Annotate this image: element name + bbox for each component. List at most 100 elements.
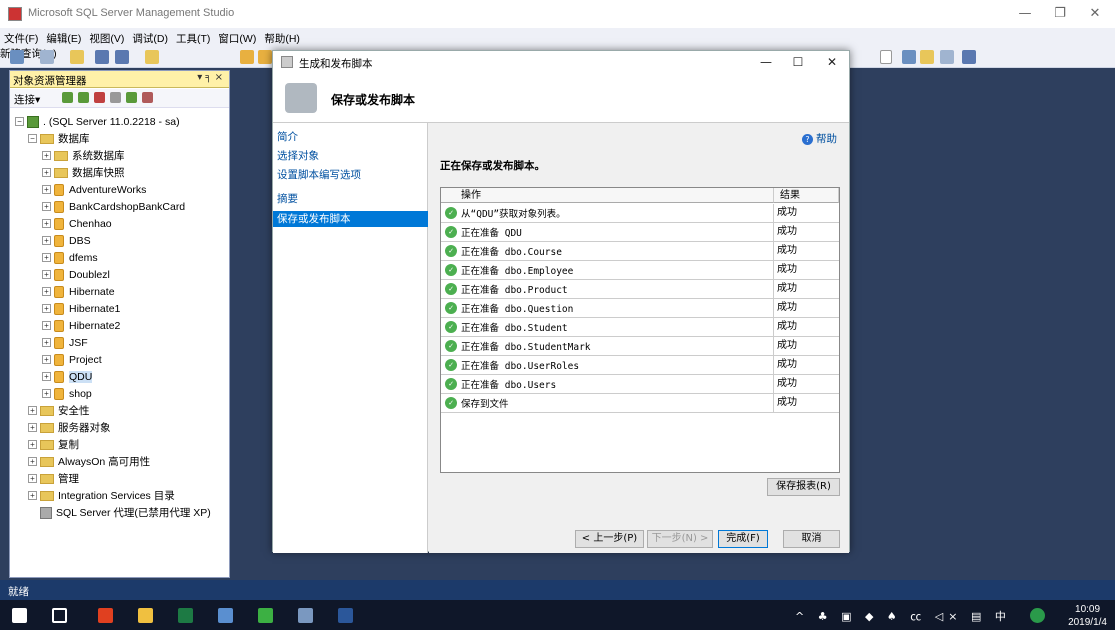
word-icon[interactable] [338,608,353,623]
previous-button[interactable]: < 上一步(P) [575,530,644,548]
menu-file[interactable]: 文件(F) [0,28,42,46]
windows-start-icon[interactable] [12,608,27,623]
nav-summary[interactable]: 摘要 [273,191,428,207]
expand-icon[interactable]: + [28,406,37,415]
collapse-icon[interactable]: − [28,134,37,143]
dialog-maximize-button[interactable]: ☐ [783,53,813,71]
toolbar-db-icon-2[interactable] [258,50,272,64]
clock[interactable]: 10:09 2019/1/4 [1068,603,1107,629]
restore-button[interactable]: ❐ [1045,4,1075,24]
expand-icon[interactable]: + [42,304,51,313]
expand-icon[interactable]: + [42,389,51,398]
activity-icon[interactable] [142,92,153,103]
toolbar-icon-b[interactable] [920,50,934,64]
expand-icon[interactable]: + [42,253,51,262]
query-icon[interactable] [145,50,159,64]
tree-top-item[interactable]: + Integration Services 目录 [28,487,175,504]
tree-db-item[interactable]: + Chenhao [42,215,112,232]
app-icon-blue[interactable] [218,608,233,623]
nav-scripting-options[interactable]: 设置脚本编写选项 [273,167,428,183]
tree-db-item[interactable]: + JSF [42,334,88,351]
close-button[interactable]: ✕ [1080,4,1110,24]
panel-pin-close-icons[interactable]: ▾ ╕ × [197,72,223,83]
nav-intro[interactable]: 简介 [273,129,428,145]
menu-debug[interactable]: 调试(D) [128,28,172,46]
toolbar-icon-c[interactable] [940,50,954,64]
excel-icon[interactable] [178,608,193,623]
expand-icon[interactable]: + [28,423,37,432]
expand-icon[interactable]: + [42,219,51,228]
expand-icon[interactable]: + [28,457,37,466]
dialog-close-button[interactable]: ✕ [817,53,847,71]
tree-db-item[interactable]: + AdventureWorks [42,181,146,198]
menu-edit[interactable]: 编辑(E) [42,28,85,46]
save-icon[interactable] [95,50,109,64]
tree-db-item[interactable]: + Hibernate1 [42,300,120,317]
menu-view[interactable]: 视图(V) [85,28,128,46]
menu-tools[interactable]: 工具(T) [172,28,214,46]
filter-icon[interactable] [110,92,121,103]
tree-db-item[interactable]: + DBS [42,232,91,249]
column-header-action[interactable]: 操作 [441,188,774,203]
toolbar-db-icon-1[interactable] [240,50,254,64]
wechat-icon[interactable] [258,608,273,623]
menu-window[interactable]: 窗口(W) [214,28,260,46]
dropdown-icon[interactable] [880,50,892,64]
save-all-icon[interactable] [115,50,129,64]
tree-top-item[interactable]: + 服务器对象 [28,419,111,436]
expand-icon[interactable]: + [28,474,37,483]
new-project-icon[interactable] [10,50,24,64]
collapse-icon[interactable]: − [15,117,24,126]
expand-icon[interactable]: + [42,338,51,347]
cancel-button[interactable]: 取消 [783,530,840,548]
tree-db-item[interactable]: + Doublezl [42,266,110,283]
stop-icon[interactable] [94,92,105,103]
toolbar-icon-d[interactable] [962,50,976,64]
ssms-taskbar-icon[interactable] [298,608,313,623]
tree-db-item[interactable]: + dfems [42,249,98,266]
tree-db-item[interactable]: + shop [42,385,92,402]
add-item-icon[interactable] [40,50,54,64]
expand-icon[interactable]: + [42,236,51,245]
toolbar-icon-a[interactable] [902,50,916,64]
expand-icon[interactable]: + [42,185,51,194]
tree-top-item[interactable]: + AlwaysOn 高可用性 [28,453,150,470]
tree-db-item[interactable]: + 系统数据库 [42,147,125,164]
tree-top-item[interactable]: + 管理 [28,470,79,487]
tree-db-item[interactable]: + BankCardshopBankCard [42,198,185,215]
finish-button[interactable]: 完成(F) [718,530,768,548]
tree-agent-node[interactable]: SQL Server 代理(已禁用代理 XP) [40,504,211,521]
expand-icon[interactable]: + [42,202,51,211]
file-explorer-icon[interactable] [138,608,153,623]
tree-databases-node[interactable]: − 数据库 [28,130,90,147]
expand-icon[interactable]: + [28,440,37,449]
nav-choose-objects[interactable]: 选择对象 [273,148,428,164]
tree-db-item[interactable]: + 数据库快照 [42,164,125,181]
column-header-result[interactable]: 结果 [774,188,839,203]
expand-icon[interactable]: + [42,151,51,160]
task-view-icon[interactable] [52,608,67,623]
tree-db-item[interactable]: + Project [42,351,102,368]
disconnect-icon[interactable] [78,92,89,103]
tree-db-item[interactable]: + Hibernate [42,283,115,300]
tree-top-item[interactable]: + 安全性 [28,402,90,419]
input-method-icon[interactable] [1030,608,1045,623]
tree-db-item[interactable]: + Hibernate2 [42,317,120,334]
expand-icon[interactable]: + [42,321,51,330]
refresh-icon[interactable] [126,92,137,103]
nav-save-publish[interactable]: 保存或发布脚本 [273,211,428,227]
expand-icon[interactable]: + [28,491,37,500]
tree-db-item[interactable]: + QDU [42,368,93,385]
minimize-button[interactable]: — [1010,4,1040,24]
expand-icon[interactable]: + [42,168,51,177]
tree-top-item[interactable]: + 复制 [28,436,79,453]
connect-button[interactable]: 连接▾ [14,92,40,107]
expand-icon[interactable]: + [42,372,51,381]
help-link[interactable]: ? 帮助 [802,131,837,146]
save-report-button[interactable]: 保存报表(R) [767,478,840,496]
dialog-minimize-button[interactable]: — [751,53,781,71]
open-file-icon[interactable] [70,50,84,64]
system-tray[interactable]: ^ ♣ ▣ ◆ ♠ ㏄ ◁× ▤ 中 [795,608,1011,624]
app-icon-red[interactable] [98,608,113,623]
menu-help[interactable]: 帮助(H) [260,28,304,46]
